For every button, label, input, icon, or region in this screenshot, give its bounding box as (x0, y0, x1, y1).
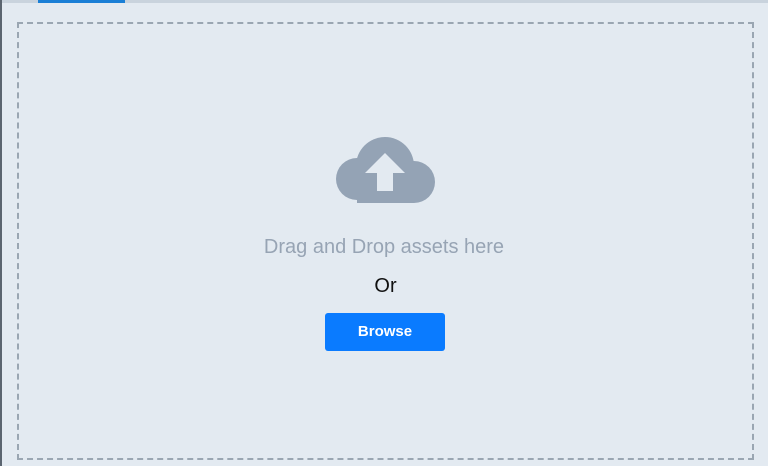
left-frame-border (0, 0, 2, 466)
active-tab-indicator (38, 0, 125, 3)
cloud-upload-icon (335, 136, 435, 206)
drop-instructions: Drag and Drop assets here (263, 236, 505, 258)
or-separator: Or (374, 275, 397, 297)
browse-button[interactable]: Browse (325, 313, 445, 351)
